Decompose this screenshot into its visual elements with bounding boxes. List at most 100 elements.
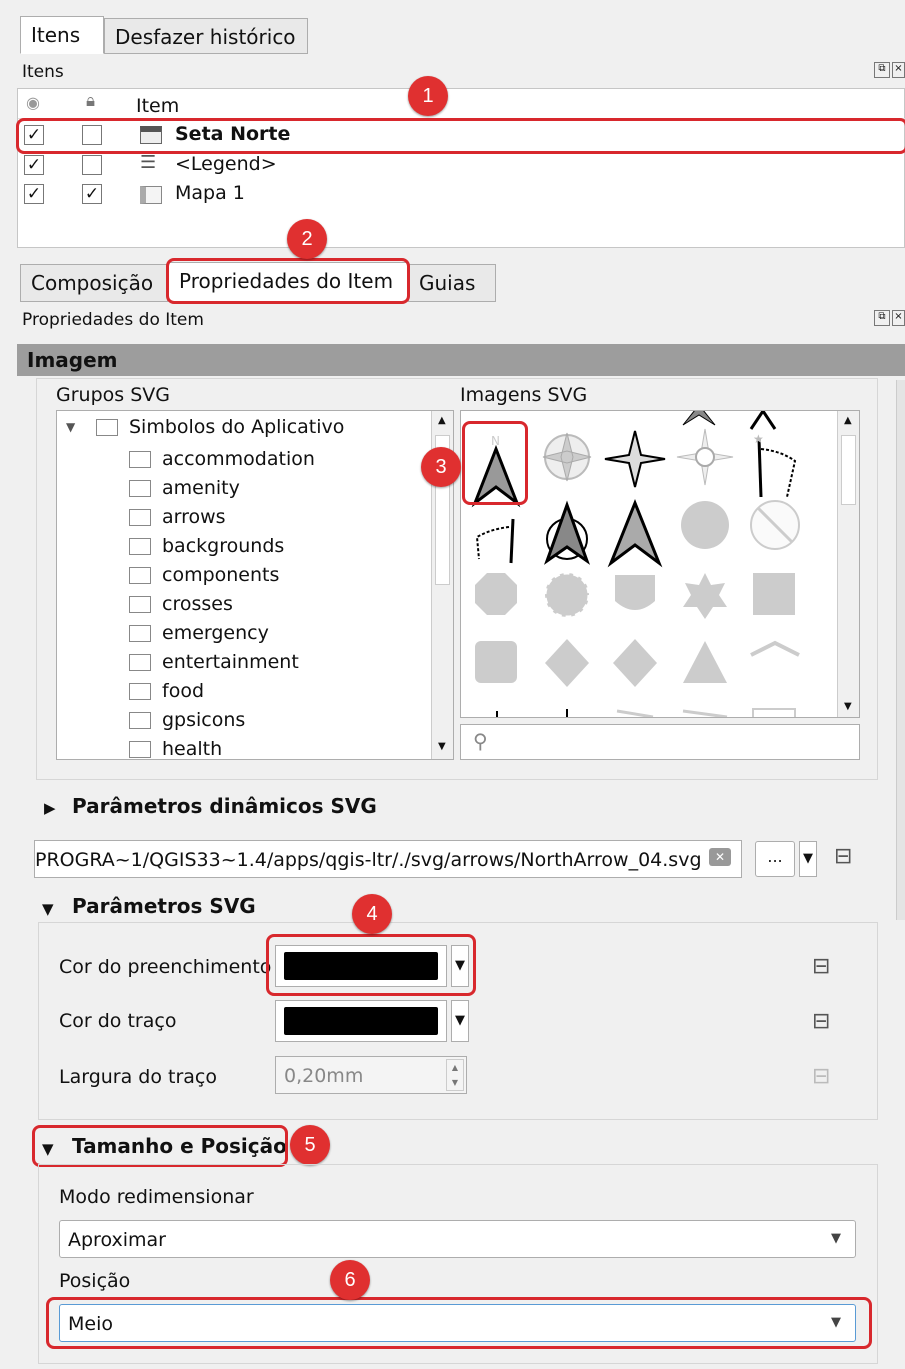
scroll-up-icon[interactable]: ▲ bbox=[438, 415, 446, 426]
tab-desfazer-historico[interactable]: Desfazer histórico bbox=[104, 18, 308, 54]
tree-item[interactable]: arrows bbox=[162, 506, 226, 528]
folder-icon bbox=[129, 741, 151, 758]
float-icon[interactable]: ⧉ bbox=[874, 62, 890, 78]
legend-item-icon: ☰ bbox=[140, 152, 157, 173]
tab-label: Itens bbox=[31, 23, 81, 47]
diamond-icon bbox=[545, 639, 589, 687]
data-defined-override-icon[interactable]: ⊟ bbox=[812, 954, 842, 980]
scroll-up-icon[interactable]: ▲ bbox=[844, 415, 852, 426]
lock-checkbox[interactable]: ✓ bbox=[82, 184, 102, 204]
badge-5: 5 bbox=[290, 1125, 330, 1165]
crosshair-star-icon bbox=[676, 428, 734, 486]
folder-icon bbox=[129, 654, 151, 671]
visible-checkbox[interactable]: ✓ bbox=[24, 155, 44, 175]
scroll-thumb[interactable] bbox=[841, 435, 856, 505]
tree-item[interactable]: components bbox=[162, 564, 279, 586]
tab-itens[interactable]: Itens bbox=[20, 16, 104, 54]
circle-icon bbox=[681, 501, 729, 549]
float-icon[interactable]: ⧉ bbox=[874, 310, 890, 326]
tree-item[interactable]: entertainment bbox=[162, 651, 299, 673]
folder-icon bbox=[129, 683, 151, 700]
badge-1: 1 bbox=[408, 76, 448, 116]
item-name[interactable]: <Legend> bbox=[175, 153, 277, 175]
close-panel-icon[interactable]: × bbox=[892, 62, 905, 78]
badge-6: 6 bbox=[330, 1260, 370, 1300]
clear-input-icon[interactable]: ✕ bbox=[709, 848, 731, 866]
items-panel-title: Itens bbox=[22, 62, 64, 82]
stroke-width-spinbox[interactable]: 0,20mm ▲ ▼ bbox=[275, 1056, 467, 1094]
expand-arrow-icon[interactable]: ▶ bbox=[44, 799, 56, 817]
folder-icon bbox=[129, 625, 151, 642]
badge-4: 4 bbox=[352, 894, 392, 934]
octagon-icon bbox=[475, 573, 517, 615]
svg-path-text: PROGRA~1/QGIS33~1.4/apps/qgis-ltr/./svg/… bbox=[35, 849, 702, 871]
tab-label: Composição bbox=[31, 271, 154, 295]
section-header-imagem: Imagem bbox=[17, 344, 905, 376]
svg-groups-label: Grupos SVG bbox=[56, 384, 170, 406]
no-entry-icon bbox=[750, 500, 800, 550]
star-north-icon bbox=[604, 430, 666, 488]
data-defined-override-icon[interactable]: ⊟ bbox=[834, 844, 864, 870]
props-panel-title: Propriedades do Item bbox=[22, 310, 204, 330]
north-line-left-icon bbox=[475, 518, 515, 564]
dynamic-params-header[interactable]: Parâmetros dinâmicos SVG bbox=[72, 794, 377, 818]
folder-icon bbox=[96, 419, 118, 436]
data-defined-override-icon: ⊟ bbox=[812, 1064, 831, 1089]
browse-dropdown[interactable]: ▼ bbox=[799, 841, 817, 877]
highlight-fill-color bbox=[266, 934, 476, 996]
close-panel-icon[interactable]: × bbox=[892, 310, 905, 326]
folder-icon bbox=[129, 538, 151, 555]
highlight-position bbox=[46, 1297, 872, 1349]
svg-path-input[interactable]: PROGRA~1/QGIS33~1.4/apps/qgis-ltr/./svg/… bbox=[34, 840, 742, 878]
stroke-width-label: Largura do traço bbox=[59, 1066, 218, 1088]
item-name[interactable]: Mapa 1 bbox=[175, 182, 245, 204]
browse-button[interactable]: ... bbox=[755, 841, 795, 877]
stroke-color-dropdown[interactable]: ▼ bbox=[451, 1000, 469, 1042]
resize-mode-label: Modo redimensionar bbox=[59, 1186, 254, 1208]
lock-checkbox[interactable] bbox=[82, 155, 102, 175]
data-defined-override-icon[interactable]: ⊟ bbox=[812, 1009, 842, 1035]
highlight-tab bbox=[166, 258, 410, 304]
resize-mode-select[interactable]: Aproximar ▼ bbox=[59, 1220, 856, 1258]
svg-text:★: ★ bbox=[753, 432, 764, 446]
tree-item[interactable]: food bbox=[162, 680, 204, 702]
lock-icon: 🔒︎ bbox=[86, 91, 96, 111]
eye-icon: ◉ bbox=[26, 93, 40, 112]
folder-icon bbox=[129, 480, 151, 497]
stroke-color-button[interactable] bbox=[275, 1000, 447, 1042]
tree-item[interactable]: gpsicons bbox=[162, 709, 245, 731]
rounded-square-icon bbox=[475, 641, 517, 683]
tab-label: Guias bbox=[419, 271, 476, 295]
highlight-size-header bbox=[32, 1125, 288, 1167]
stroke-width-value: 0,20mm bbox=[284, 1065, 364, 1087]
tree-item[interactable]: amenity bbox=[162, 477, 240, 499]
visible-checkbox[interactable]: ✓ bbox=[24, 184, 44, 204]
spin-arrows-icon[interactable]: ▲ ▼ bbox=[446, 1059, 464, 1091]
compass-rose-icon bbox=[542, 432, 592, 482]
svg-search-input[interactable]: ⚲ bbox=[460, 724, 860, 760]
tree-root[interactable]: Simbolos do Aplicativo bbox=[129, 416, 344, 438]
section-header-label: Imagem bbox=[27, 348, 118, 372]
tree-item[interactable]: crosses bbox=[162, 593, 233, 615]
star-badge-icon bbox=[683, 573, 727, 619]
scroll-down-icon[interactable]: ▼ bbox=[844, 701, 852, 712]
position-label: Posição bbox=[59, 1270, 131, 1292]
tab-guias[interactable]: Guias bbox=[408, 264, 496, 302]
tab-label: Desfazer histórico bbox=[115, 25, 296, 49]
tree-item[interactable]: backgrounds bbox=[162, 535, 284, 557]
collapse-arrow-icon[interactable]: ▼ bbox=[66, 420, 75, 434]
collapse-arrow-icon[interactable]: ▼ bbox=[42, 900, 54, 918]
tab-composicao[interactable]: Composição bbox=[20, 264, 168, 302]
folder-icon bbox=[129, 712, 151, 729]
scroll-down-icon[interactable]: ▼ bbox=[438, 741, 446, 752]
grid-scrollbar[interactable]: ▲ ▼ bbox=[837, 411, 859, 717]
stroke-swatch bbox=[284, 1007, 438, 1035]
panel-scrollbar[interactable] bbox=[896, 380, 905, 920]
svg-params-header[interactable]: Parâmetros SVG bbox=[72, 894, 256, 918]
folder-icon bbox=[129, 596, 151, 613]
browse-label: ... bbox=[767, 847, 783, 866]
tree-item[interactable]: accommodation bbox=[162, 448, 315, 470]
square-icon bbox=[753, 573, 795, 615]
tree-item[interactable]: health bbox=[162, 738, 222, 760]
tree-item[interactable]: emergency bbox=[162, 622, 269, 644]
